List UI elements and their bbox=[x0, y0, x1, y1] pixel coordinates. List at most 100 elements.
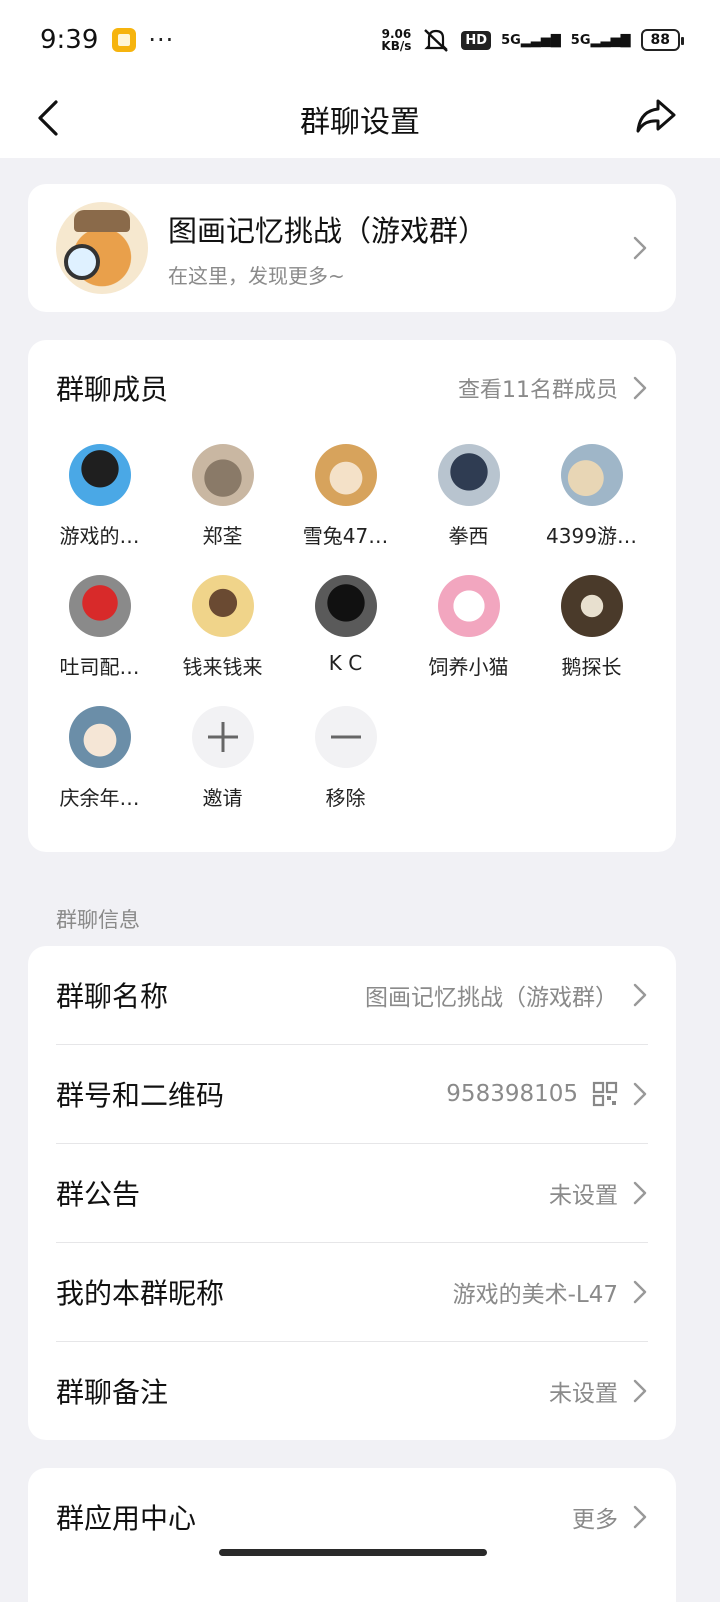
row-group-id-qr[interactable]: 群号和二维码 958398105 bbox=[56, 1045, 648, 1143]
row-label: 群应用中心 bbox=[56, 1502, 197, 1535]
view-all-members-link[interactable]: 查看11名群成员 bbox=[458, 372, 648, 404]
row-value: 图画记忆挑战（游戏群） bbox=[365, 985, 618, 1011]
avatar bbox=[314, 444, 377, 506]
invite-member-button[interactable]: 邀请 bbox=[161, 706, 284, 811]
member-item[interactable]: 拳西 bbox=[407, 444, 530, 549]
group-name: 图画记忆挑战（游戏群） bbox=[168, 213, 488, 248]
member-name: 吐司配… bbox=[59, 655, 140, 679]
share-button[interactable] bbox=[632, 92, 680, 140]
member-name: 钱来钱来 bbox=[182, 655, 263, 679]
row-label: 群公告 bbox=[56, 1178, 141, 1211]
qr-code-icon bbox=[592, 1081, 618, 1107]
row-value: 958398105 bbox=[446, 1081, 578, 1107]
invite-circle bbox=[191, 706, 254, 768]
member-item[interactable]: 4399游… bbox=[530, 444, 653, 549]
row-label: 群聊备注 bbox=[56, 1376, 169, 1409]
member-item[interactable]: K C bbox=[284, 575, 407, 680]
back-button[interactable] bbox=[24, 94, 72, 142]
member-item[interactable]: 饲养小猫 bbox=[407, 575, 530, 680]
signal-label-2: 5G bbox=[570, 32, 591, 48]
invite-label: 邀请 bbox=[202, 786, 243, 810]
avatar bbox=[68, 444, 131, 506]
signal-label-1: 5G bbox=[501, 32, 521, 48]
hd-badge: HD bbox=[461, 30, 492, 50]
avatar bbox=[191, 575, 254, 637]
avatar bbox=[68, 575, 131, 637]
avatar bbox=[560, 444, 623, 506]
chevron-right-icon bbox=[633, 376, 647, 400]
member-name: 雪兔47… bbox=[302, 524, 389, 548]
status-bar: 9:39 ··· 9.06 KB/s HD 5G▂▃▅▇ 5G▂▃▅▇ 88 bbox=[0, 0, 720, 80]
member-name: 饲养小猫 bbox=[428, 655, 509, 679]
navigation-bar: 群聊设置 bbox=[0, 80, 720, 158]
home-indicator[interactable] bbox=[219, 1549, 487, 1556]
status-icons: 9.06 KB/s HD 5G▂▃▅▇ 5G▂▃▅▇ 88 bbox=[381, 27, 685, 53]
remove-label: 移除 bbox=[325, 786, 366, 810]
battery-indicator: 88 bbox=[640, 29, 685, 51]
view-all-members-label: 查看11名群成员 bbox=[458, 378, 618, 403]
minus-icon bbox=[330, 735, 361, 739]
row-label: 群聊名称 bbox=[56, 980, 169, 1013]
member-item[interactable]: 郑荃 bbox=[161, 444, 284, 549]
net-speed-unit: KB/s bbox=[381, 39, 412, 53]
row-label: 群号和二维码 bbox=[56, 1079, 225, 1112]
avatar bbox=[191, 444, 254, 506]
remove-circle bbox=[314, 706, 377, 768]
row-announcement[interactable]: 群公告 未设置 bbox=[56, 1144, 648, 1242]
network-speed: 9.06 KB/s bbox=[381, 28, 411, 52]
back-arrow-icon bbox=[38, 100, 58, 136]
group-avatar bbox=[56, 202, 148, 294]
members-title: 群聊成员 bbox=[56, 373, 169, 406]
avatar bbox=[314, 575, 377, 637]
member-item[interactable]: 钱来钱来 bbox=[161, 575, 284, 680]
group-members-card: 群聊成员 查看11名群成员 游戏的… 郑荃 雪兔47… 拳西 4399游… 吐司… bbox=[28, 340, 676, 852]
notification-app-icon bbox=[112, 28, 137, 52]
row-value: 未设置 bbox=[549, 1183, 618, 1209]
member-name: 郑荃 bbox=[202, 524, 243, 548]
member-grid: 游戏的… 郑荃 雪兔47… 拳西 4399游… 吐司配… 钱来钱来 K C 饲养… bbox=[38, 444, 666, 811]
row-value: 未设置 bbox=[549, 1381, 618, 1407]
member-name: 庆余年… bbox=[59, 786, 140, 810]
avatar bbox=[560, 575, 623, 637]
signal-bars-icon: ▂▃▅▇ bbox=[520, 32, 561, 48]
member-item[interactable]: 雪兔47… bbox=[284, 444, 407, 549]
group-info-card: 群聊名称 图画记忆挑战（游戏群） 群号和二维码 958398105 群公告 未设… bbox=[28, 946, 676, 1440]
section-label-group-info: 群聊信息 bbox=[56, 908, 140, 932]
member-item[interactable]: 鹅探长 bbox=[530, 575, 653, 680]
row-value: 游戏的美术-L47 bbox=[452, 1282, 618, 1308]
chevron-right-icon bbox=[633, 1379, 647, 1403]
member-name: 拳西 bbox=[448, 524, 489, 548]
row-group-remark[interactable]: 群聊备注 未设置 bbox=[56, 1342, 648, 1440]
chevron-right-icon bbox=[633, 1181, 647, 1205]
signal-5g-1: 5G▂▃▅▇ bbox=[501, 33, 561, 48]
group-profile-card[interactable]: 图画记忆挑战（游戏群） 在这里，发现更多~ bbox=[28, 184, 676, 312]
mute-bell-icon bbox=[424, 29, 449, 52]
more-notifications-icon: ··· bbox=[148, 26, 175, 54]
row-label: 我的本群昵称 bbox=[56, 1277, 225, 1310]
member-name: K C bbox=[328, 651, 363, 675]
row-value: 更多 bbox=[572, 1507, 618, 1533]
chevron-right-icon bbox=[633, 1505, 647, 1529]
member-item[interactable]: 庆余年… bbox=[38, 706, 161, 811]
row-my-nickname[interactable]: 我的本群昵称 游戏的美术-L47 bbox=[56, 1243, 648, 1341]
member-item[interactable]: 游戏的… bbox=[38, 444, 161, 549]
member-item[interactable]: 吐司配… bbox=[38, 575, 161, 680]
member-name: 鹅探长 bbox=[561, 655, 622, 679]
member-name: 4399游… bbox=[546, 524, 637, 548]
avatar bbox=[437, 444, 500, 506]
plus-icon bbox=[207, 722, 238, 752]
chevron-right-icon bbox=[633, 1082, 647, 1106]
chevron-right-icon bbox=[633, 1280, 647, 1304]
group-app-center-card: 群应用中心 更多 bbox=[28, 1468, 676, 1602]
share-icon bbox=[636, 99, 676, 133]
avatar bbox=[68, 706, 131, 768]
avatar bbox=[437, 575, 500, 637]
status-time: 9:39 bbox=[40, 25, 99, 55]
group-subtitle: 在这里，发现更多~ bbox=[168, 263, 345, 288]
chevron-right-icon bbox=[633, 983, 647, 1007]
chevron-right-icon bbox=[633, 236, 647, 260]
signal-bars-icon: ▂▃▅▇ bbox=[590, 32, 631, 48]
member-name: 游戏的… bbox=[59, 524, 140, 548]
row-group-name[interactable]: 群聊名称 图画记忆挑战（游戏群） bbox=[56, 946, 648, 1044]
remove-member-button[interactable]: 移除 bbox=[284, 706, 407, 811]
